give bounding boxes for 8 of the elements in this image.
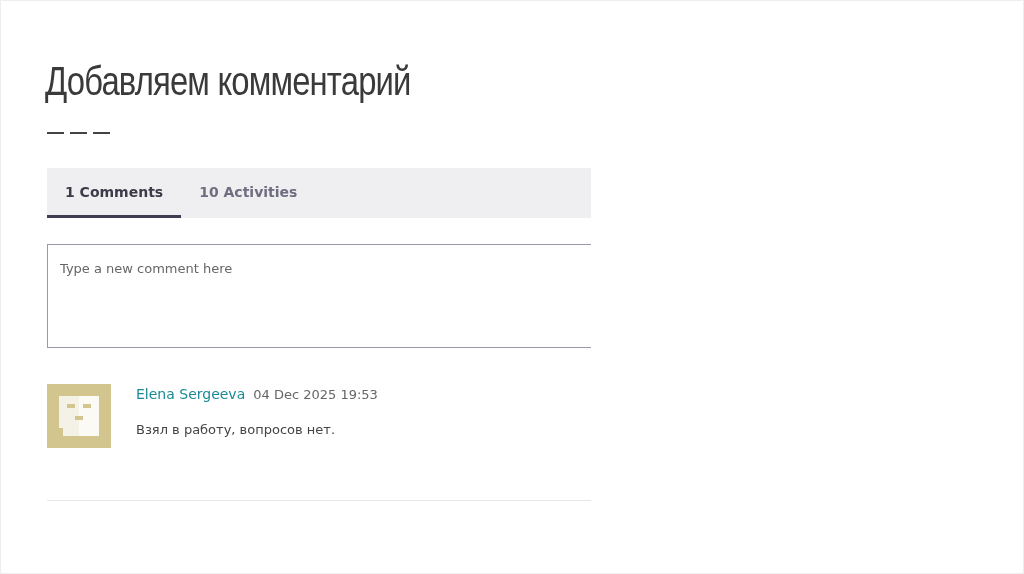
tab[interactable]: 10 Activities — [181, 168, 316, 218]
tab[interactable]: 1 Comments — [47, 168, 182, 218]
comment-field[interactable]: Type a new comment here — [47, 244, 591, 348]
slide-title: Добавляем комментарий — [45, 59, 411, 104]
comment-text: Взял в работу, вопросов нет. — [136, 422, 337, 437]
author-link[interactable]: Elena Sergeeva — [136, 386, 246, 402]
comment-date: 04 Dec 2025 19:53 — [253, 387, 378, 402]
avatar-icon — [47, 384, 111, 448]
